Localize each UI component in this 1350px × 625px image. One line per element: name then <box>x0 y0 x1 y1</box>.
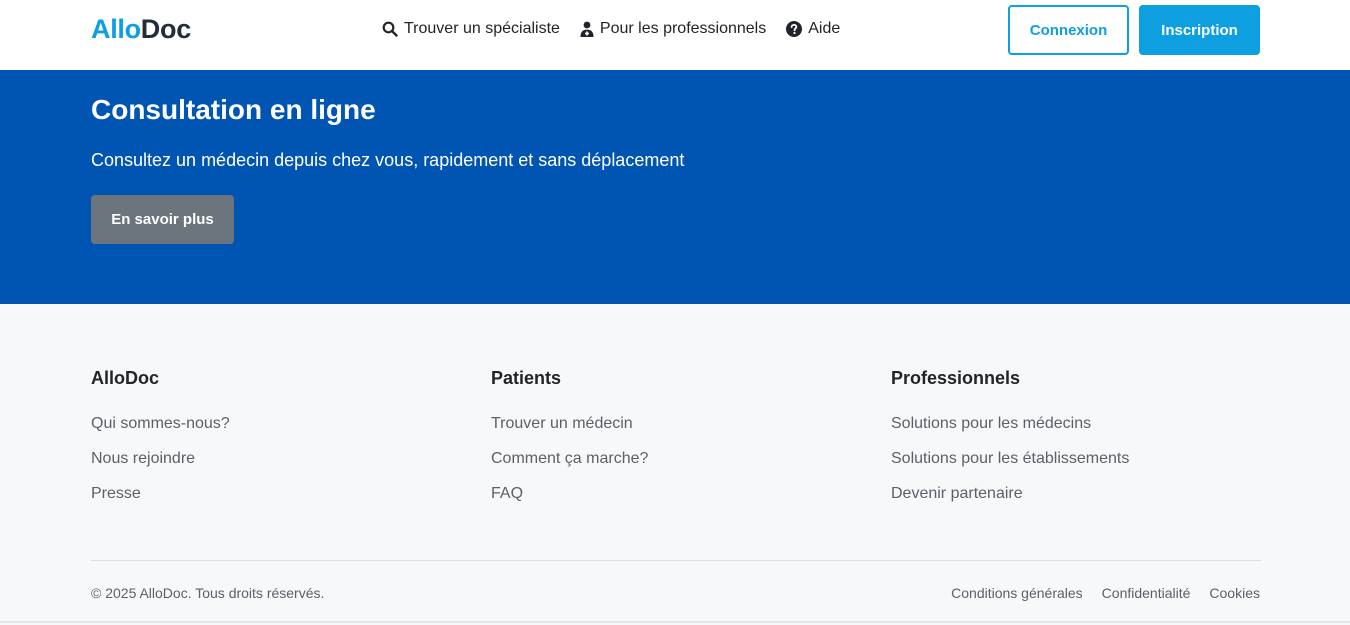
signup-button[interactable]: Inscription <box>1139 5 1260 55</box>
footer-link-doctor-solutions[interactable]: Solutions pour les médecins <box>891 415 1129 433</box>
site-footer: AlloDoc Qui sommes-nous? Nous rejoindre … <box>0 304 1350 625</box>
hero-banner: Consultation en ligne Consultez un médec… <box>0 70 1350 304</box>
footer-link-become-partner[interactable]: Devenir partenaire <box>891 485 1129 503</box>
nav-for-professionals-label: Pour les professionnels <box>599 20 767 37</box>
footer-column-title: AlloDoc <box>91 368 160 388</box>
nav-help[interactable]: Aide <box>786 20 840 38</box>
footer-divider <box>91 560 1261 561</box>
hero-title: Consultation en ligne <box>91 94 376 125</box>
footer-link-find-doctor[interactable]: Trouver un médecin <box>491 415 648 433</box>
site-header: AlloDoc Trouver un spécialiste Pour les … <box>0 0 1350 70</box>
copyright-text: © 2025 AlloDoc. Tous droits réservés. <box>91 585 325 601</box>
footer-column-patients: Patients Trouver un médecin Comment ça m… <box>491 368 648 520</box>
footer-column-allodoc: AlloDoc Qui sommes-nous? Nous rejoindre … <box>91 368 230 520</box>
login-button[interactable]: Connexion <box>1008 5 1129 55</box>
legal-link-privacy[interactable]: Confidentialité <box>1102 585 1191 601</box>
doctor-icon <box>580 21 594 37</box>
learn-more-button[interactable]: En savoir plus <box>91 195 234 244</box>
footer-link-about[interactable]: Qui sommes-nous? <box>91 415 230 433</box>
legal-links: Conditions générales Confidentialité Coo… <box>932 585 1260 601</box>
hero-subtitle: Consultez un médecin depuis chez vous, r… <box>91 150 685 170</box>
footer-link-facility-solutions[interactable]: Solutions pour les établissements <box>891 450 1129 468</box>
nav-for-professionals[interactable]: Pour les professionnels <box>580 20 766 38</box>
footer-column-title: Professionnels <box>891 368 1021 388</box>
main-nav: Trouver un spécialiste Pour les professi… <box>382 20 860 38</box>
legal-link-terms[interactable]: Conditions générales <box>951 585 1083 601</box>
nav-help-label: Aide <box>808 20 841 37</box>
footer-column-professionals: Professionnels Solutions pour les médeci… <box>891 368 1129 520</box>
brand-logo-part1: Allo <box>91 14 141 44</box>
search-icon <box>382 21 398 37</box>
brand-logo-part2: Doc <box>140 14 191 44</box>
question-circle-icon <box>786 21 803 37</box>
footer-column-title: Patients <box>491 368 562 388</box>
footer-link-faq[interactable]: FAQ <box>491 485 648 503</box>
nav-find-specialist-label: Trouver un spécialiste <box>404 20 560 37</box>
footer-link-press[interactable]: Presse <box>91 485 230 503</box>
brand-logo[interactable]: AlloDoc <box>91 14 191 45</box>
nav-find-specialist[interactable]: Trouver un spécialiste <box>382 20 560 38</box>
legal-link-cookies[interactable]: Cookies <box>1209 585 1260 601</box>
page-bottom-border <box>0 621 1350 623</box>
footer-link-how-it-works[interactable]: Comment ça marche? <box>491 450 648 468</box>
footer-link-careers[interactable]: Nous rejoindre <box>91 450 230 468</box>
